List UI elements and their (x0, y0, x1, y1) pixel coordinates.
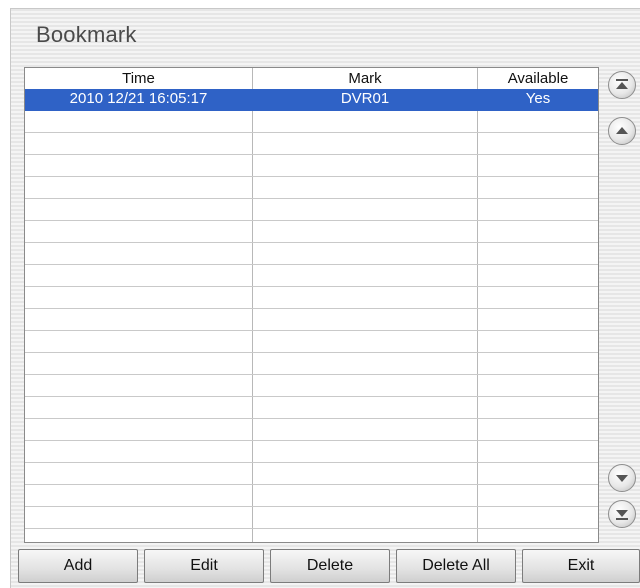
last-page-button[interactable] (608, 500, 636, 528)
last-page-icon (616, 510, 628, 520)
table-row[interactable] (25, 155, 598, 177)
table-row[interactable] (25, 331, 598, 353)
table-row[interactable] (25, 375, 598, 397)
page-down-icon (616, 475, 628, 482)
page-up-icon (616, 127, 628, 134)
table-row[interactable] (25, 177, 598, 199)
table-row[interactable] (25, 463, 598, 485)
table-row[interactable] (25, 529, 598, 542)
table-header: Time Mark Available (25, 68, 598, 89)
delete-button[interactable]: Delete (270, 549, 390, 583)
table-row[interactable] (25, 199, 598, 221)
table-row[interactable] (25, 485, 598, 507)
dialog-title: Bookmark (36, 22, 137, 47)
bookmark-table: Time Mark Available 2010 12/21 16:05:17 … (24, 67, 599, 543)
header-mark[interactable]: Mark (253, 70, 477, 87)
header-time[interactable]: Time (25, 70, 252, 87)
table-row[interactable] (25, 353, 598, 375)
edit-button[interactable]: Edit (144, 549, 264, 583)
page-up-button[interactable] (608, 117, 636, 145)
table-row[interactable] (25, 507, 598, 529)
table-row[interactable] (25, 133, 598, 155)
table-row[interactable] (25, 221, 598, 243)
table-row[interactable]: 2010 12/21 16:05:17 DVR01 Yes (25, 89, 598, 111)
table-row[interactable] (25, 111, 598, 133)
cell-time: 2010 12/21 16:05:17 (69, 90, 208, 107)
page-down-button[interactable] (608, 464, 636, 492)
exit-button[interactable]: Exit (522, 549, 640, 583)
table-row[interactable] (25, 287, 598, 309)
add-button[interactable]: Add (18, 549, 138, 583)
table-row[interactable] (25, 265, 598, 287)
table-row[interactable] (25, 441, 598, 463)
table-row[interactable] (25, 419, 598, 441)
cell-mark: DVR01 (340, 90, 390, 107)
table-row[interactable] (25, 243, 598, 265)
first-page-button[interactable] (608, 71, 636, 99)
table-row[interactable] (25, 309, 598, 331)
delete-all-button[interactable]: Delete All (396, 549, 516, 583)
header-available[interactable]: Available (478, 70, 598, 87)
first-page-icon (616, 79, 628, 89)
table-row[interactable] (25, 397, 598, 419)
cell-available: Yes (525, 90, 551, 107)
